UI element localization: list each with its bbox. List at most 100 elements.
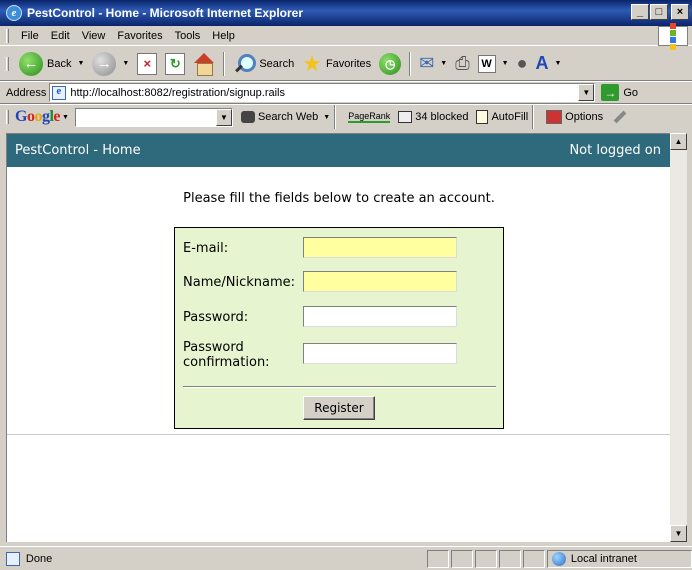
status-panel bbox=[522, 549, 545, 568]
back-arrow-icon: ← bbox=[19, 51, 43, 76]
password-confirmation-field[interactable] bbox=[303, 343, 457, 364]
mail-button[interactable]: ✉ ▼ bbox=[415, 49, 451, 79]
home-icon bbox=[193, 52, 215, 76]
menu-file[interactable]: File bbox=[15, 30, 45, 42]
scroll-up-arrow-icon[interactable]: ▲ bbox=[670, 133, 687, 150]
popup-blocker-button[interactable]: 34 blocked bbox=[398, 111, 468, 123]
favorites-label: Favorites bbox=[325, 57, 372, 70]
menu-favorites[interactable]: Favorites bbox=[111, 30, 168, 42]
pagerank-label: PageRank bbox=[348, 110, 391, 123]
address-dropdown-icon[interactable]: ▼ bbox=[578, 84, 595, 101]
back-dropdown-icon[interactable]: ▼ bbox=[77, 60, 84, 67]
window-title-bar: e PestControl - Home - Microsoft Interne… bbox=[0, 0, 692, 26]
google-search-dropdown-icon[interactable]: ▼ bbox=[215, 108, 232, 126]
refresh-button[interactable]: ↻ bbox=[161, 49, 189, 79]
menu-help[interactable]: Help bbox=[206, 30, 241, 42]
address-label: Address bbox=[6, 86, 47, 99]
address-url[interactable]: http://localhost:8082/registration/signu… bbox=[70, 87, 285, 99]
signup-content: Please fill the fields below to create a… bbox=[7, 167, 670, 435]
back-button[interactable]: ← Back ▼ bbox=[15, 49, 88, 79]
minimize-button[interactable]: _ bbox=[631, 4, 649, 20]
menu-bar: File Edit View Favorites Tools Help bbox=[0, 22, 692, 50]
google-logo[interactable]: Google bbox=[15, 108, 60, 126]
scroll-down-arrow-icon[interactable]: ▼ bbox=[670, 525, 687, 542]
password-field[interactable] bbox=[303, 306, 457, 327]
favorites-star-icon: ★ bbox=[302, 50, 322, 76]
home-button[interactable] bbox=[189, 49, 219, 79]
maximize-button[interactable]: □ bbox=[650, 4, 668, 20]
highlight-pencil-icon[interactable] bbox=[613, 110, 627, 124]
status-bar: Done Local intranet bbox=[0, 546, 692, 570]
name-row: Name/Nickname: bbox=[183, 272, 303, 293]
autofill-button[interactable]: AutoFill bbox=[476, 110, 528, 124]
password-confirmation-row: Password confirmation: bbox=[183, 339, 295, 371]
password-row: Password: bbox=[183, 307, 303, 328]
status-panel bbox=[427, 549, 450, 568]
word-edit-icon: W bbox=[477, 54, 496, 73]
page-status-icon bbox=[6, 551, 20, 566]
intranet-globe-icon bbox=[551, 551, 566, 566]
register-button[interactable]: Register bbox=[303, 396, 375, 420]
status-text: Done bbox=[25, 552, 53, 565]
research-dropdown-icon[interactable]: ▼ bbox=[554, 60, 561, 67]
menu-view[interactable]: View bbox=[76, 30, 112, 42]
name-label: Name/Nickname: bbox=[183, 275, 295, 290]
signup-form: E-mail: Name/Nickname: Password: Passwor… bbox=[174, 227, 504, 429]
google-menu-dropdown-icon[interactable]: ▼ bbox=[62, 114, 69, 121]
pagerank-indicator[interactable]: PageRank bbox=[348, 110, 391, 123]
login-status: Not logged on bbox=[569, 143, 661, 158]
password-confirmation-label: Password confirmation: bbox=[183, 340, 270, 370]
autofill-icon bbox=[476, 110, 489, 124]
autofill-label: AutoFill bbox=[491, 111, 529, 123]
options-button[interactable]: Options bbox=[546, 110, 603, 124]
go-button[interactable]: → Go bbox=[601, 84, 638, 101]
forward-arrow-icon: → bbox=[92, 51, 117, 76]
research-icon: A bbox=[535, 53, 549, 73]
discuss-button[interactable]: ● bbox=[513, 49, 532, 79]
printer-icon: ⎙ bbox=[455, 53, 470, 73]
search-web-button[interactable]: Search Web ▼ bbox=[240, 111, 330, 123]
refresh-icon: ↻ bbox=[165, 52, 186, 75]
back-label: Back bbox=[47, 57, 72, 70]
mail-dropdown-icon[interactable]: ▼ bbox=[440, 60, 447, 67]
window-title: PestControl - Home - Microsoft Internet … bbox=[27, 6, 304, 20]
email-row: E-mail: bbox=[183, 238, 303, 259]
favorites-button[interactable]: ★ Favorites bbox=[298, 49, 375, 79]
security-zone: Local intranet bbox=[546, 549, 692, 568]
address-bar: Address http://localhost:8082/registrati… bbox=[0, 81, 692, 104]
search-button[interactable]: Search bbox=[229, 49, 298, 79]
close-button[interactable]: × bbox=[671, 4, 689, 20]
address-field[interactable]: http://localhost:8082/registration/signu… bbox=[49, 83, 596, 102]
form-divider bbox=[183, 386, 496, 388]
vertical-scrollbar[interactable]: ▲ ▼ bbox=[670, 133, 687, 542]
go-arrow-icon: → bbox=[601, 84, 620, 101]
print-button[interactable]: ⎙ bbox=[451, 49, 473, 79]
app-title: PestControl - Home bbox=[15, 143, 141, 158]
history-button[interactable]: ◷ bbox=[375, 49, 405, 79]
toolbar-grip bbox=[6, 56, 9, 71]
signup-intro-text: Please fill the fields below to create a… bbox=[183, 191, 495, 206]
research-button[interactable]: A ▼ bbox=[531, 49, 565, 79]
google-search-input[interactable]: ▼ bbox=[74, 107, 233, 127]
search-web-label: Search Web bbox=[257, 111, 319, 123]
google-toolbar-separator bbox=[334, 105, 337, 129]
binoculars-icon bbox=[240, 111, 255, 123]
edit-button[interactable]: W ▼ bbox=[474, 49, 513, 79]
google-toolbar-separator bbox=[532, 105, 535, 129]
menu-edit[interactable]: Edit bbox=[45, 30, 76, 42]
options-icon bbox=[546, 110, 563, 124]
menu-tools[interactable]: Tools bbox=[169, 30, 207, 42]
search-web-dropdown-icon[interactable]: ▼ bbox=[323, 114, 330, 121]
status-panel bbox=[475, 549, 498, 568]
page-viewport: PestControl - Home Not logged on Please … bbox=[6, 133, 670, 542]
forward-button[interactable]: → ▼ bbox=[88, 49, 133, 79]
edit-dropdown-icon[interactable]: ▼ bbox=[502, 60, 509, 67]
app-header: PestControl - Home Not logged on bbox=[7, 134, 670, 167]
email-field[interactable] bbox=[303, 237, 457, 258]
mail-icon: ✉ bbox=[419, 53, 435, 73]
forward-dropdown-icon[interactable]: ▼ bbox=[122, 60, 129, 67]
email-label: E-mail: bbox=[183, 241, 229, 256]
toolbar-separator bbox=[409, 51, 412, 76]
stop-button[interactable]: × bbox=[133, 49, 161, 79]
name-field[interactable] bbox=[303, 271, 457, 292]
